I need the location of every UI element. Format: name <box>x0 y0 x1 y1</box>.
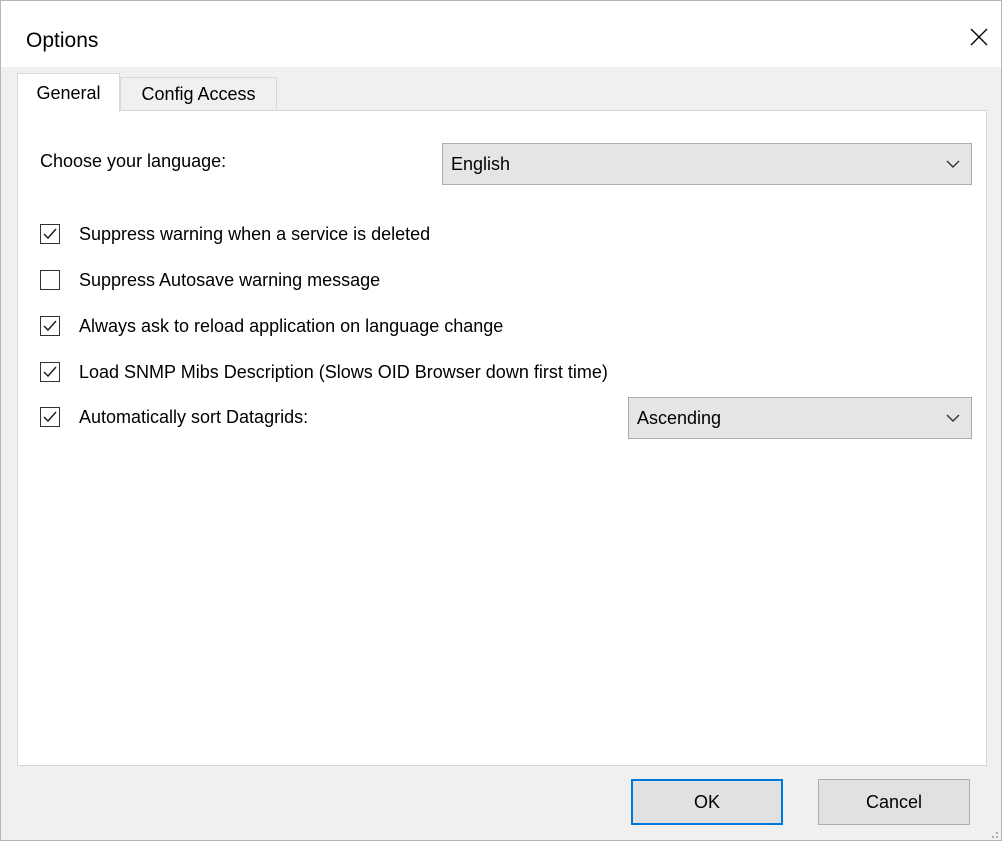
close-button[interactable] <box>957 19 1001 59</box>
option-label: Suppress warning when a service is delet… <box>79 224 431 244</box>
tab-strip: General Config Access <box>17 73 987 112</box>
option-load-snmp-mibs[interactable]: Load SNMP Mibs Description (Slows OID Br… <box>40 359 608 385</box>
checkbox[interactable] <box>40 362 60 382</box>
option-label: Load SNMP Mibs Description (Slows OID Br… <box>79 362 608 382</box>
chevron-down-icon <box>945 156 961 172</box>
chevron-down-icon <box>945 410 961 426</box>
checkbox[interactable] <box>40 316 60 336</box>
option-label: Suppress Autosave warning message <box>79 270 381 290</box>
language-label: Choose your language: <box>40 151 227 171</box>
options-dialog: Options General Config Access Choose you… <box>0 0 1002 841</box>
resize-grip-icon[interactable] <box>987 826 999 838</box>
checkmark-icon <box>43 411 57 423</box>
checkbox[interactable] <box>40 224 60 244</box>
option-suppress-autosave-warning[interactable]: Suppress Autosave warning message <box>40 267 380 293</box>
checkbox[interactable] <box>40 270 60 290</box>
language-select-value: English <box>451 153 511 174</box>
general-tab-panel: Choose your language: English Suppress w… <box>17 110 987 766</box>
tab-config-access-label: Config Access <box>141 84 256 104</box>
tab-general[interactable]: General <box>17 73 120 112</box>
checkbox[interactable] <box>40 407 60 427</box>
option-reload-on-language-change[interactable]: Always ask to reload application on lang… <box>40 313 503 339</box>
window-title: Options <box>26 29 99 52</box>
checkmark-icon <box>43 228 57 240</box>
title-bar: Options <box>1 1 1001 67</box>
cancel-button[interactable]: Cancel <box>818 779 970 825</box>
tab-general-label: General <box>36 82 101 103</box>
cancel-button-label: Cancel <box>865 791 923 812</box>
ok-button-label: OK <box>693 791 720 812</box>
sort-order-select-value: Ascending <box>637 407 722 428</box>
tab-config-access[interactable]: Config Access <box>120 77 277 111</box>
close-icon <box>969 27 989 52</box>
ok-button[interactable]: OK <box>631 779 783 825</box>
checkmark-icon <box>43 320 57 332</box>
option-auto-sort-datagrids[interactable]: Automatically sort Datagrids: <box>40 404 308 430</box>
checkmark-icon <box>43 366 57 378</box>
option-label: Automatically sort Datagrids: <box>79 407 309 427</box>
option-label: Always ask to reload application on lang… <box>79 316 504 336</box>
language-select[interactable]: English <box>442 143 972 185</box>
option-suppress-delete-warning[interactable]: Suppress warning when a service is delet… <box>40 221 430 247</box>
sort-order-select[interactable]: Ascending <box>628 397 972 439</box>
